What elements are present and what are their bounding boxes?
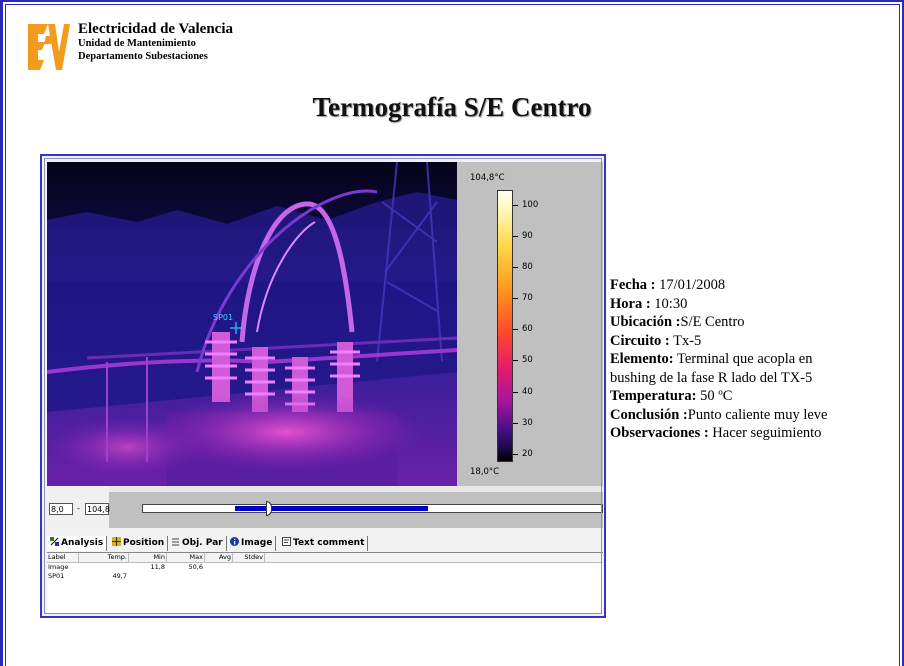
tab-obj-par[interactable]: Obj. Par	[168, 536, 227, 551]
scale-tick-label: 40	[522, 387, 533, 397]
organization-department: Departamento Subestaciones	[78, 50, 208, 62]
thermal-image[interactable]: SP01	[47, 162, 457, 486]
position-icon	[112, 537, 121, 546]
scale-tick	[513, 392, 518, 393]
scale-tick	[513, 298, 518, 299]
column-header-stdev: Stdev	[233, 553, 265, 562]
scale-tick-label: 70	[522, 293, 533, 303]
scale-tick	[513, 423, 518, 424]
table-row-image-min: 11,8	[150, 563, 165, 571]
scale-tick	[513, 360, 518, 361]
scale-tick-label: 100	[522, 200, 539, 210]
scale-tick-label: 30	[522, 418, 533, 428]
tab-text-comment[interactable]: Text comment	[279, 536, 369, 551]
range-low-input[interactable]: 8,0	[49, 503, 73, 515]
scale-tick	[513, 454, 518, 455]
inspection-details: Fecha : 17/01/2008 Hora : 10:30 Ubicació…	[610, 276, 828, 443]
elemento-row: Elemento: Terminal que acopla en	[610, 351, 813, 367]
object-parameters-icon	[171, 537, 180, 546]
conclusion-row: Conclusión :Punto caliente muy leve	[610, 406, 828, 423]
column-header-min: Min	[129, 553, 167, 562]
table-row-sp01-label: SP01	[48, 572, 65, 580]
analysis-tabs: Analysis Position Obj. Par Image Text co…	[47, 534, 603, 553]
scale-tick	[513, 329, 518, 330]
range-slider-fill	[235, 506, 428, 511]
column-header-label: Label	[47, 553, 79, 562]
organization-block: Electricidad de Valencia Unidad de Mante…	[78, 22, 233, 62]
elemento-row-continued: bushing de la fase R lado del TX-5	[610, 369, 813, 386]
temperatura-row: Temperatura: 50 ºC	[610, 388, 733, 404]
ev-logo-icon	[24, 22, 70, 72]
organization-unit: Unidad de Mantenimiento	[78, 38, 196, 49]
table-row-image-max: 50,6	[188, 563, 203, 571]
ubicacion-row: Ubicación :S/E Centro	[610, 314, 745, 330]
tab-analysis[interactable]: Analysis	[47, 536, 108, 551]
range-high-input[interactable]: 104,8	[85, 503, 110, 515]
analysis-table: Label Temp. Min Max Avg Stdev Image 11,8…	[47, 553, 603, 613]
hora-row: Hora : 10:30	[610, 295, 688, 312]
tab-position[interactable]: Position	[109, 536, 169, 551]
info-icon	[230, 537, 239, 546]
table-row-image-label: Image	[48, 563, 69, 571]
text-comment-icon	[282, 537, 291, 546]
range-slider-thumb[interactable]	[266, 501, 272, 516]
color-scale-bar	[497, 190, 513, 462]
organization-name: Electricidad de Valencia	[78, 21, 233, 37]
range-inputs: 8,0 - 104,8	[47, 486, 110, 528]
scale-tick-label: 80	[522, 262, 533, 272]
scale-tick-label: 90	[522, 231, 533, 241]
range-slider[interactable]	[142, 501, 603, 516]
temperature-scale-panel: 104,8°C 100 90 80 70 60 50 40 30 20 18,0°C	[457, 162, 603, 486]
scale-tick-label: 20	[522, 449, 533, 459]
scale-tick	[513, 205, 518, 206]
scale-max-label: 104,8°C	[470, 173, 505, 183]
scale-tick	[513, 267, 518, 268]
observaciones-row: Observaciones : Hacer seguimiento	[610, 425, 822, 441]
column-header-temp: Temp.	[79, 553, 129, 562]
scale-min-label: 18,0°C	[470, 467, 500, 477]
analysis-icon	[50, 537, 59, 546]
tab-image[interactable]: Image	[227, 536, 277, 551]
range-separator: -	[77, 504, 80, 513]
scale-tick-label: 50	[522, 355, 533, 365]
scale-tick-label: 60	[522, 324, 533, 334]
circuito-row: Circuito : Tx-5	[610, 332, 702, 349]
thermography-window: SP01 104,8°C 100 90 80 70 60 50 40 30 20 18,0°C …	[40, 154, 606, 618]
column-header-avg: Avg	[205, 553, 233, 562]
table-row-sp01-temp: 49,7	[112, 572, 127, 580]
scale-tick	[513, 236, 518, 237]
column-header-max: Max	[167, 553, 205, 562]
fecha-row: Fecha : 17/01/2008	[610, 277, 726, 293]
spot-label: SP01	[213, 313, 233, 322]
range-control: 8,0 - 104,8	[47, 486, 603, 528]
page-title: Termografía S/E Centro	[312, 92, 592, 122]
